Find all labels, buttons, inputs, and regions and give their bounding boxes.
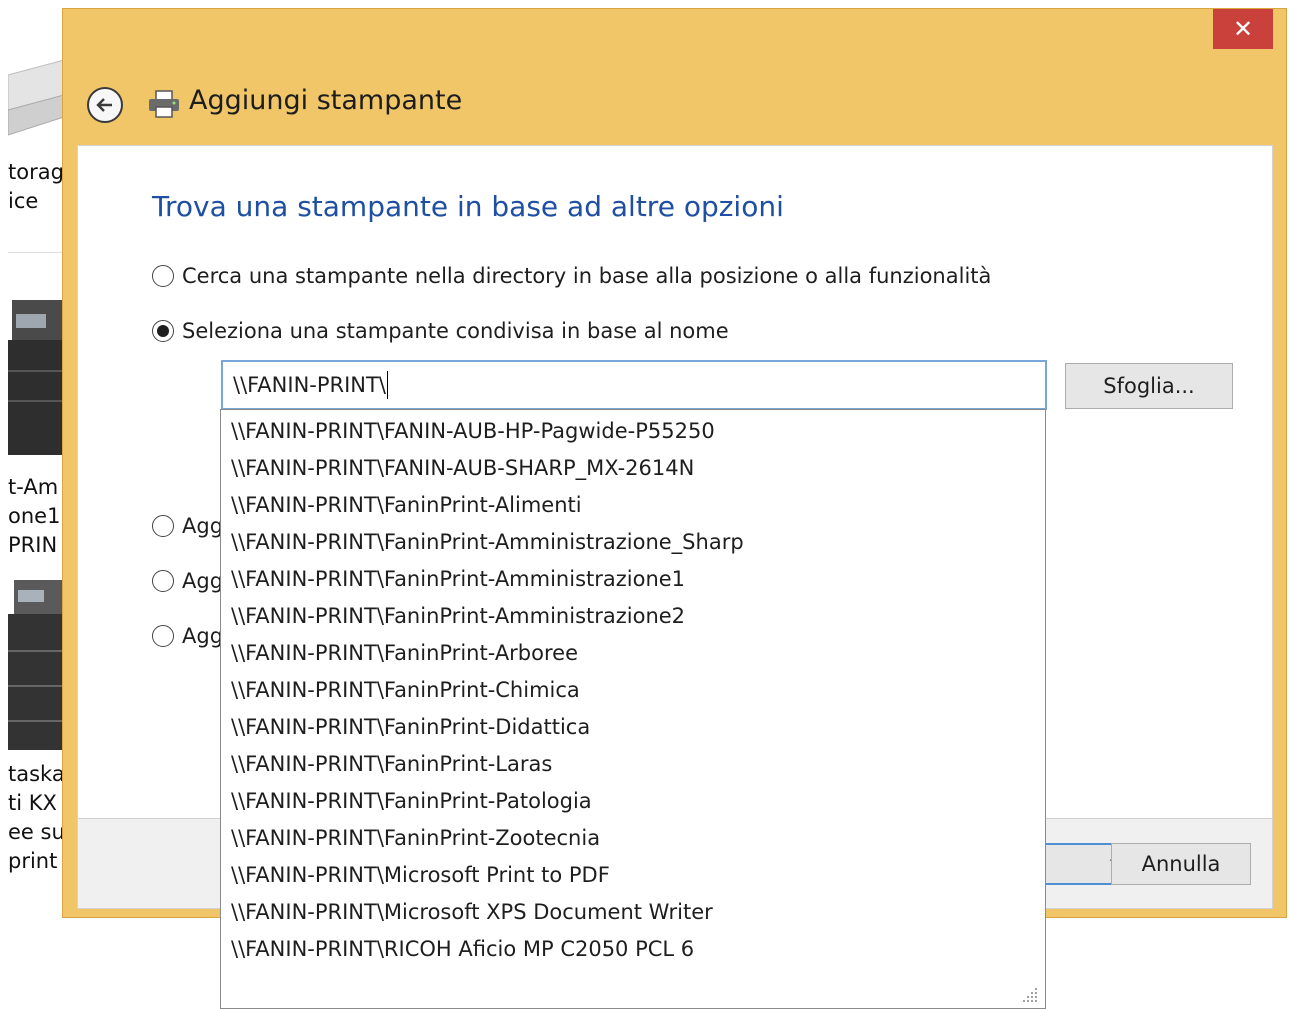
option-search-directory[interactable]: Cerca una stampante nella directory in b… [152, 264, 991, 288]
option-add-bluetooth[interactable]: Agg [152, 569, 223, 593]
bg-label-line: ice [8, 189, 39, 213]
radio-button[interactable] [152, 265, 174, 287]
option-label: Agg [182, 514, 224, 538]
radio-button[interactable] [152, 570, 174, 592]
suggestion-item[interactable]: \\FANIN-PRINT\FaninPrint-Arboree [231, 638, 578, 668]
option-add-by-address[interactable]: Agg [152, 514, 223, 538]
suggestion-item[interactable]: \\FANIN-PRINT\FaninPrint-Amministrazione… [231, 601, 685, 631]
suggestion-item[interactable]: \\FANIN-PRINT\FaninPrint-Amministrazione… [231, 564, 685, 594]
option-label: Seleziona una stampante condivisa in bas… [182, 319, 729, 343]
bg-label-line: torag [8, 160, 64, 184]
printer-device-icon [8, 580, 64, 750]
suggestion-item[interactable]: \\FANIN-PRINT\FaninPrint-Alimenti [231, 490, 582, 520]
suggestion-item[interactable]: \\FANIN-PRINT\Microsoft XPS Document Wri… [231, 897, 713, 927]
bg-label-line: ee su [8, 820, 64, 844]
printer-path-input[interactable]: \\FANIN-PRINT\ [221, 360, 1047, 410]
suggestion-item[interactable]: \\FANIN-PRINT\FaninPrint-Patologia [231, 786, 592, 816]
bg-divider [8, 252, 64, 253]
bg-label-line: t-Am [8, 475, 59, 499]
suggestion-item[interactable]: \\FANIN-PRINT\FaninPrint-Laras [231, 749, 552, 779]
bg-label-line: PRIN [8, 533, 58, 557]
option-label: Cerca una stampante nella directory in b… [182, 264, 992, 288]
path-value: \\FANIN-PRINT\ [233, 373, 386, 397]
browse-button[interactable]: Sfoglia... [1065, 363, 1233, 409]
dialog-title: Aggiungi stampante [189, 85, 463, 116]
radio-button[interactable] [152, 515, 174, 537]
background-explorer-pane: torag ice t-Am one1 s PRIN taska ti KX e… [0, 0, 64, 1005]
suggestion-item[interactable]: \\FANIN-PRINT\FaninPrint-Didattica [231, 712, 590, 742]
page-heading: Trova una stampante in base ad altre opz… [152, 190, 784, 223]
option-select-shared-printer[interactable]: Seleziona una stampante condivisa in bas… [152, 319, 729, 343]
printer-icon [149, 90, 179, 118]
bg-label-line: taska [8, 762, 64, 786]
resize-grip-icon[interactable] [1021, 986, 1039, 1004]
drive-icon [8, 59, 64, 136]
close-button[interactable]: ✕ [1213, 9, 1273, 49]
radio-button-selected[interactable] [152, 320, 174, 342]
bg-label-line: ti KX [8, 791, 57, 815]
option-add-local[interactable]: Agg [152, 624, 223, 648]
text-caret [386, 371, 388, 399]
bg-label-line: print [8, 849, 58, 873]
suggestion-item[interactable]: \\FANIN-PRINT\FANIN-AUB-HP-Pagwide-P5525… [231, 416, 715, 446]
autocomplete-dropdown: \\FANIN-PRINT\FANIN-AUB-HP-Pagwide-P5525… [220, 409, 1046, 1009]
suggestion-item[interactable]: \\FANIN-PRINT\FaninPrint-Zootecnia [231, 823, 600, 853]
suggestion-item[interactable]: \\FANIN-PRINT\FaninPrint-Amministrazione… [231, 527, 744, 557]
cancel-button[interactable]: Annulla [1111, 843, 1251, 885]
suggestion-item[interactable]: \\FANIN-PRINT\FANIN-AUB-SHARP_MX-2614N [231, 453, 694, 483]
suggestion-item[interactable]: \\FANIN-PRINT\Microsoft Print to PDF [231, 860, 610, 890]
option-label: Agg [182, 569, 224, 593]
suggestion-item[interactable]: \\FANIN-PRINT\FaninPrint-Chimica [231, 675, 580, 705]
printer-device-icon [8, 300, 64, 455]
radio-button[interactable] [152, 625, 174, 647]
suggestion-item[interactable]: \\FANIN-PRINT\RICOH Aficio MP C2050 PCL … [231, 934, 694, 964]
bg-label-line: one1 s [8, 504, 64, 528]
back-arrow-icon [96, 98, 112, 112]
option-label: Agg [182, 624, 224, 648]
back-button[interactable] [87, 87, 123, 123]
